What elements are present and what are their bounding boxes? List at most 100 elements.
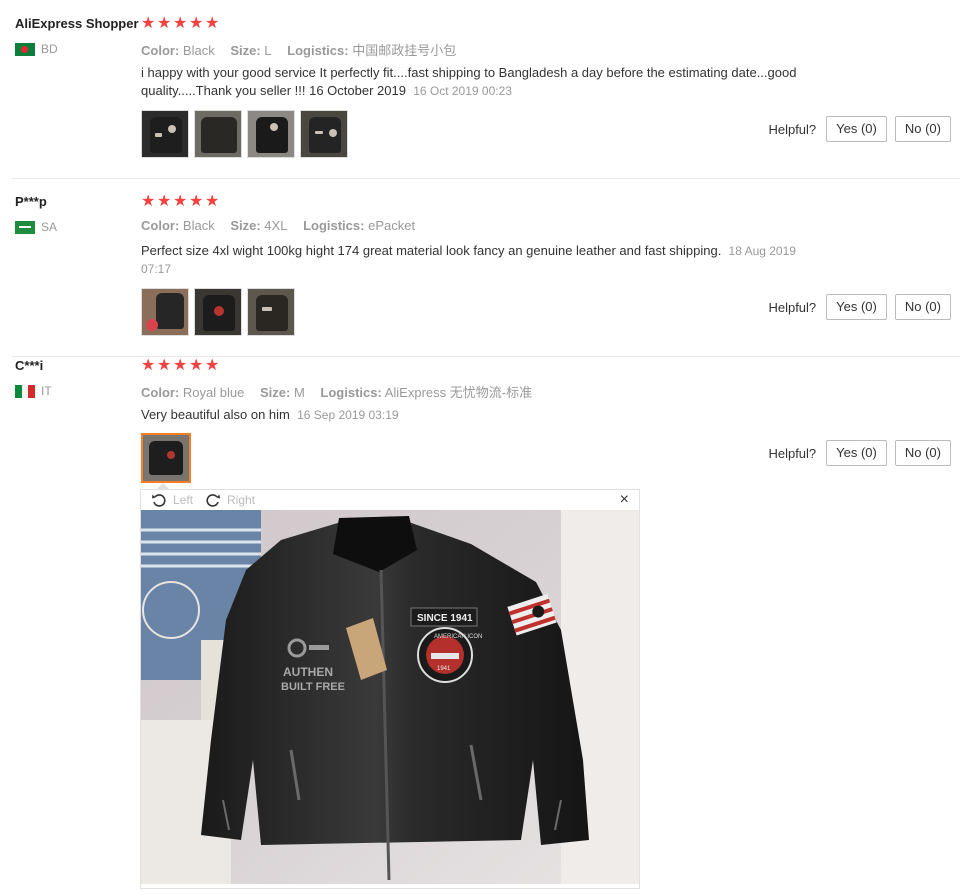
rotate-right-label: Right bbox=[227, 493, 256, 507]
image-viewer: Left Right × AUTHEN BUILT FREE SINCE 194… bbox=[140, 489, 640, 889]
review-text: i happy with your good service It perfec… bbox=[141, 64, 841, 100]
patch-since-text: SINCE 1941 bbox=[417, 613, 473, 624]
attr-value: Royal blue bbox=[182, 385, 245, 400]
review-thumbnail[interactable] bbox=[194, 288, 242, 336]
attr-value: 中国邮政挂号小包 bbox=[352, 43, 457, 58]
attr-label: Color: bbox=[141, 385, 180, 400]
reviewer-country: SA bbox=[15, 220, 57, 234]
star-icon: ★ bbox=[205, 193, 220, 210]
rotate-right-button[interactable]: Right bbox=[205, 492, 255, 508]
flag-it-icon bbox=[15, 384, 36, 398]
helpful-no-button[interactable]: No (0) bbox=[894, 440, 951, 466]
attr-label: Size: bbox=[230, 218, 261, 233]
reviewer-country: BD bbox=[15, 42, 58, 56]
star-icon: ★ bbox=[173, 193, 188, 210]
attr-label: Logistics: bbox=[303, 218, 365, 233]
review-thumbnail[interactable] bbox=[247, 110, 295, 158]
helpful-yes-button[interactable]: Yes (0) bbox=[826, 294, 887, 320]
star-icon: ★ bbox=[205, 15, 220, 32]
star-rating: ★ ★ ★ ★ ★ bbox=[141, 194, 220, 210]
helpful-yes-button[interactable]: Yes (0) bbox=[826, 440, 887, 466]
chest-print-line1: AUTHEN bbox=[283, 665, 333, 679]
star-icon: ★ bbox=[157, 357, 172, 374]
viewer-toolbar: Left Right × bbox=[141, 490, 639, 510]
star-icon: ★ bbox=[205, 357, 220, 374]
rotate-right-icon bbox=[206, 494, 221, 507]
order-attributes: Color: Black Size: L Logistics: 中国邮政挂号小包 bbox=[141, 40, 468, 59]
star-icon: ★ bbox=[157, 193, 172, 210]
review-text: Perfect size 4xl wight 100kg hight 174 g… bbox=[141, 242, 841, 278]
order-attributes: Color: Royal blue Size: M Logistics: Ali… bbox=[141, 382, 544, 401]
attr-label: Color: bbox=[141, 43, 180, 58]
review-thumbnail[interactable] bbox=[141, 110, 189, 158]
rotate-left-button[interactable]: Left bbox=[151, 492, 193, 508]
attr-value: 4XL bbox=[264, 218, 288, 233]
helpful-label: Helpful? bbox=[768, 121, 817, 137]
review-divider bbox=[12, 178, 960, 179]
attr-value: Black bbox=[182, 218, 215, 233]
star-icon: ★ bbox=[189, 193, 204, 210]
helpful-vote: Helpful? Yes (0) No (0) bbox=[768, 294, 951, 320]
review-thumbnail[interactable] bbox=[194, 110, 242, 158]
attr-label: Color: bbox=[141, 218, 180, 233]
review-thumbnail[interactable] bbox=[247, 288, 295, 336]
helpful-vote: Helpful? Yes (0) No (0) bbox=[768, 440, 951, 466]
review-date: 18 Aug 2019 bbox=[728, 244, 796, 258]
review-images bbox=[141, 110, 348, 158]
badge-text: AMERICAN ICON bbox=[434, 634, 482, 640]
star-icon: ★ bbox=[141, 15, 156, 32]
country-code: BD bbox=[41, 42, 58, 56]
star-icon: ★ bbox=[189, 357, 204, 374]
chest-print-line2: BUILT FREE bbox=[281, 681, 345, 693]
review-text-line: i happy with your good service It perfec… bbox=[141, 65, 797, 80]
order-attributes: Color: Black Size: 4XL Logistics: ePacke… bbox=[141, 218, 427, 233]
review-text-line: Very beautiful also on him bbox=[141, 407, 290, 422]
reviewer-name: P***p bbox=[15, 194, 47, 209]
review-text-line: quality.....Thank you seller !!! 16 Octo… bbox=[141, 83, 406, 98]
review-images bbox=[141, 288, 295, 336]
attr-value: Black bbox=[182, 43, 215, 58]
badge-year: 1941 bbox=[437, 666, 451, 672]
review-thumbnail-selected[interactable] bbox=[141, 433, 191, 483]
jacket-photo: AUTHEN BUILT FREE SINCE 1941 AMERICAN IC… bbox=[141, 510, 639, 884]
rotate-left-label: Left bbox=[173, 493, 194, 507]
star-rating: ★ ★ ★ ★ ★ bbox=[141, 358, 220, 374]
review-text-line: Perfect size 4xl wight 100kg hight 174 g… bbox=[141, 243, 722, 258]
star-rating: ★ ★ ★ ★ ★ bbox=[141, 16, 220, 32]
rotate-left-icon bbox=[152, 494, 166, 507]
attr-value: L bbox=[264, 43, 272, 58]
helpful-label: Helpful? bbox=[768, 445, 817, 461]
country-code: IT bbox=[41, 384, 52, 398]
star-icon: ★ bbox=[141, 193, 156, 210]
attr-label: Logistics: bbox=[287, 43, 349, 58]
star-icon: ★ bbox=[157, 15, 172, 32]
attr-value: ePacket bbox=[368, 218, 416, 233]
country-code: SA bbox=[41, 220, 58, 234]
helpful-no-button[interactable]: No (0) bbox=[894, 294, 951, 320]
review-text: Very beautiful also on him 16 Sep 2019 0… bbox=[141, 406, 841, 424]
flag-sa-icon bbox=[15, 220, 35, 234]
star-icon: ★ bbox=[189, 15, 204, 32]
star-icon: ★ bbox=[141, 357, 156, 374]
helpful-yes-button[interactable]: Yes (0) bbox=[826, 116, 887, 142]
review-date: 16 Sep 2019 03:19 bbox=[297, 408, 399, 422]
enlarged-review-photo: AUTHEN BUILT FREE SINCE 1941 AMERICAN IC… bbox=[141, 510, 639, 884]
attr-label: Size: bbox=[230, 43, 261, 58]
close-viewer-icon[interactable]: × bbox=[620, 491, 629, 509]
review-thumbnail[interactable] bbox=[141, 288, 189, 336]
attr-label: Logistics: bbox=[320, 385, 382, 400]
flag-bd-icon bbox=[15, 42, 35, 56]
helpful-vote: Helpful? Yes (0) No (0) bbox=[768, 116, 951, 142]
attr-value: M bbox=[293, 385, 305, 400]
star-icon: ★ bbox=[173, 15, 188, 32]
star-icon: ★ bbox=[173, 357, 188, 374]
review-images bbox=[141, 433, 191, 483]
helpful-no-button[interactable]: No (0) bbox=[894, 116, 951, 142]
review-date: 16 Oct 2019 00:23 bbox=[413, 84, 512, 98]
review-thumbnail[interactable] bbox=[300, 110, 348, 158]
helpful-label: Helpful? bbox=[768, 299, 817, 315]
reviewer-name: AliExpress Shopper bbox=[15, 16, 139, 31]
attr-label: Size: bbox=[259, 385, 291, 400]
review-time: 07:17 bbox=[141, 262, 172, 276]
reviewer-name: C***i bbox=[15, 358, 44, 373]
